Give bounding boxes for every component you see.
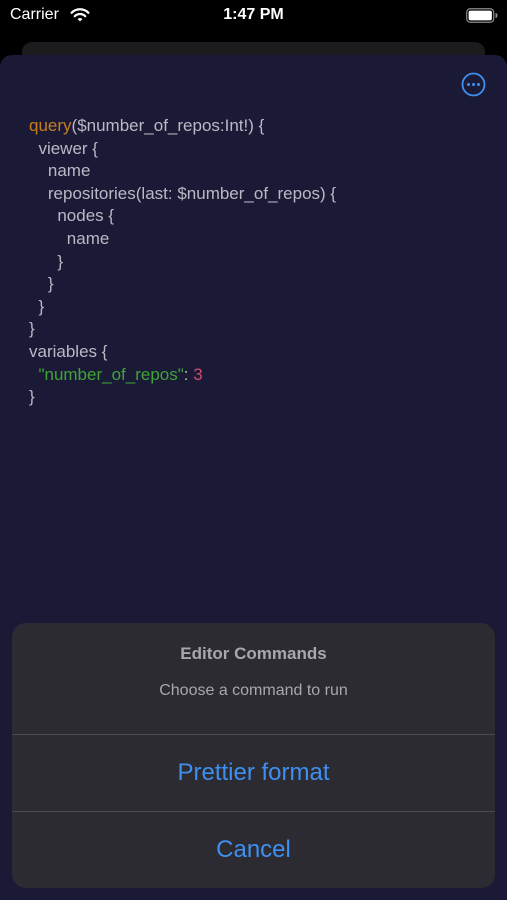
status-bar: Carrier 1:47 PM [0,0,507,32]
code-token: ($number_of_repos:Int!) { [71,116,265,135]
code-token: name [29,228,110,248]
code-token: viewer { [29,138,98,158]
code-token: query [29,116,72,135]
code-line: } [29,318,489,341]
code-line: } [29,386,489,409]
code-token: } [29,251,64,271]
code-line: name [29,160,489,183]
code-line: } [29,251,489,274]
code-token: name [29,161,91,181]
code-token: } [29,274,54,294]
code-token: repositories(last: $number_of_repos) { [29,183,337,203]
code-token: "number_of_repos" [38,364,184,384]
clock: 1:47 PM [223,6,284,23]
code-line: repositories(last: $number_of_repos) { [29,183,489,206]
code-editor[interactable]: query($number_of_repos:Int!) { viewer { … [29,115,489,409]
code-token: : [183,364,194,384]
code-token: 3 [193,364,203,384]
code-line: } [29,296,489,319]
code-line: "number_of_repos": 3 [29,364,489,387]
cancel-button[interactable]: Cancel [12,812,495,888]
code-line: name [29,228,489,251]
battery-icon [466,8,498,23]
action-sheet: Editor Commands Choose a command to run … [12,623,495,888]
action-sheet-title: Editor Commands [180,644,327,663]
code-token: variables { [29,341,108,361]
action-sheet-header: Editor Commands Choose a command to run [12,623,495,734]
code-token: } [29,319,35,339]
code-line: } [29,273,489,296]
more-options-icon[interactable] [461,72,486,97]
code-line: query($number_of_repos:Int!) { [29,115,489,138]
code-line: viewer { [29,138,489,161]
code-line: nodes { [29,205,489,228]
code-token: } [29,296,45,316]
code-token: } [29,387,35,407]
code-token: nodes { [29,206,115,226]
action-sheet-message: Choose a command to run [159,682,348,699]
code-line: variables { [29,341,489,364]
prettier-format-button[interactable]: Prettier format [12,735,495,811]
